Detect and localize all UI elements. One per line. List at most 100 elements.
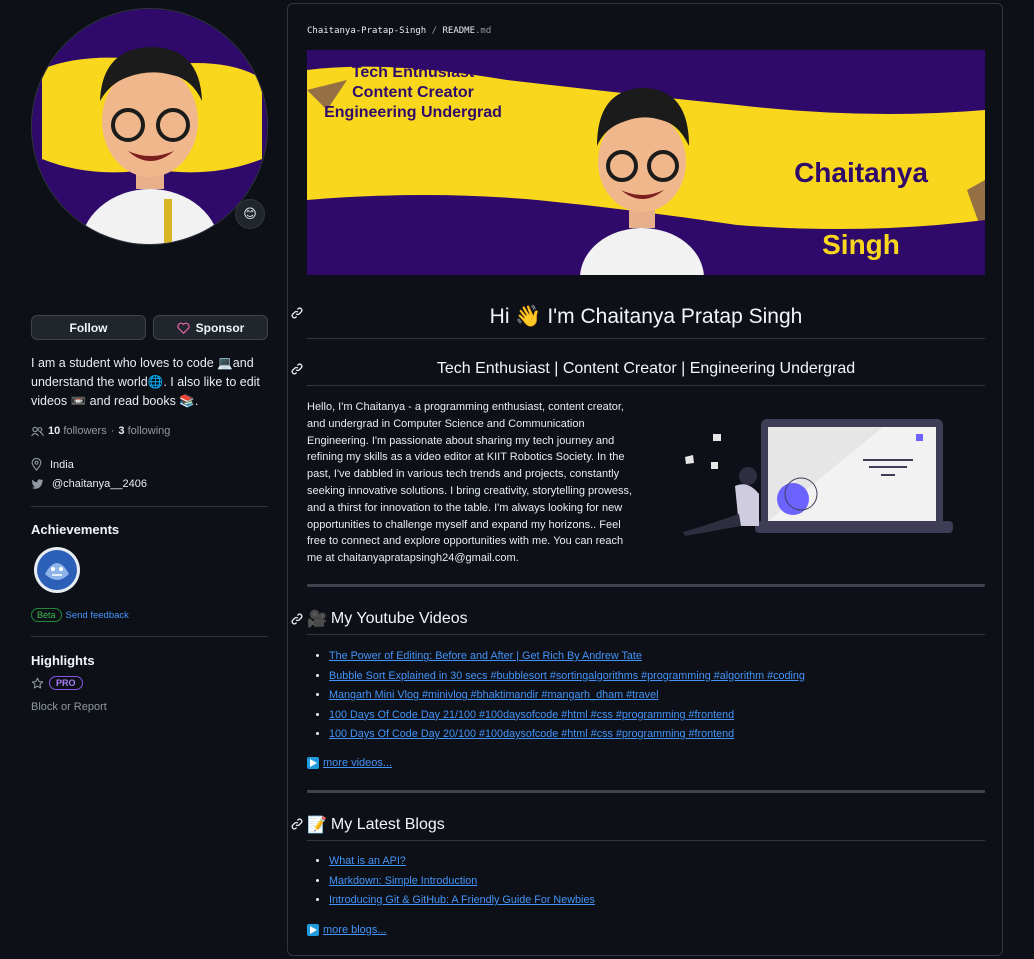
videotape-emoji: 📼 <box>70 394 87 408</box>
intro-paragraph: Hello, I'm Chaitanya - a programming ent… <box>307 401 633 565</box>
video-link[interactable]: Bubble Sort Explained in 30 secs #bubble… <box>329 670 805 682</box>
repo-link[interactable]: Chaitanya-Pratap-Singh <box>307 26 426 36</box>
list-item: Markdown: Simple Introduction <box>329 872 595 892</box>
location-pin-icon <box>31 458 42 471</box>
section-divider <box>307 584 985 587</box>
avatar-container: 😊 <box>31 8 268 245</box>
globe-emoji: 🌐 <box>147 375 164 389</box>
pro-highlight: PRO <box>31 676 83 690</box>
youtube-video-list: The Power of Editing: Before and After |… <box>307 647 805 745</box>
banner-name-1: Chaitanya <box>794 157 928 188</box>
separator: · <box>110 425 115 437</box>
beta-badge: Beta <box>31 608 62 622</box>
smile-icon: 😊 <box>243 206 257 221</box>
breadcrumb-separator: / <box>431 26 438 36</box>
file-name: README <box>442 26 475 36</box>
twitter-handle-link[interactable]: @chaitanya__2406 <box>52 478 147 490</box>
sponsor-button[interactable]: Sponsor <box>153 315 268 340</box>
followers-label: followers <box>63 425 107 437</box>
more-videos-link[interactable]: more videos... <box>323 757 392 769</box>
play-icon <box>307 757 319 769</box>
laptop-illustration <box>683 419 953 536</box>
books-emoji: 📚 <box>179 394 195 408</box>
blogs-heading: 📝 My Latest Blogs <box>307 815 445 835</box>
status-emoji-button[interactable]: 😊 <box>235 199 265 229</box>
follow-stats: 10 followers · 3 following <box>31 425 170 437</box>
avatar[interactable] <box>31 8 268 245</box>
heading-underline <box>307 385 985 386</box>
readme-panel: Chaitanya-Pratap-Singh / README.md Tech … <box>287 3 1003 956</box>
video-link[interactable]: Mangarh Mini Vlog #minivlog #bhaktimandi… <box>329 689 658 701</box>
divider <box>31 506 268 507</box>
video-link[interactable]: 100 Days Of Code Day 21/100 #100daysofco… <box>329 709 734 721</box>
more-videos-row: more videos... <box>307 757 392 769</box>
banner-tagline-3: Engineering Undergrad <box>324 104 502 121</box>
more-blogs-row: more blogs... <box>307 924 387 936</box>
banner-tagline-2: Content Creator <box>352 84 474 101</box>
following-link[interactable]: 3 following <box>118 425 170 437</box>
profile-banner: Tech Enthusiast Content Creator Engineer… <box>307 50 985 275</box>
following-count: 3 <box>118 425 125 437</box>
heading-underline <box>307 338 985 339</box>
link-icon[interactable] <box>290 306 304 320</box>
video-link[interactable]: The Power of Editing: Before and After |… <box>329 650 642 662</box>
following-label: following <box>127 425 171 437</box>
bio-text: I am a student who loves to code <box>31 356 218 370</box>
people-icon <box>31 426 44 436</box>
banner-tagline-1: Tech Enthusiast <box>352 64 475 81</box>
laptop-emoji: 💻 <box>217 356 233 370</box>
location-text: India <box>50 458 74 471</box>
blog-post-list: What is an API? Markdown: Simple Introdu… <box>307 852 595 911</box>
follow-button[interactable]: Follow <box>31 315 146 340</box>
file-extension: .md <box>475 26 492 36</box>
greeting-name: I'm Chaitanya Pratap Singh <box>541 305 803 328</box>
heading-underline <box>307 634 985 635</box>
more-blogs-link[interactable]: more blogs... <box>323 924 387 936</box>
follow-label: Follow <box>69 320 108 335</box>
list-item: 100 Days Of Code Day 21/100 #100daysofco… <box>329 706 805 726</box>
greeting-heading: Hi 👋 I'm Chaitanya Pratap Singh <box>307 305 985 329</box>
profile-bio: I am a student who loves to code 💻and un… <box>31 354 268 411</box>
achievements-heading: Achievements <box>31 522 120 537</box>
block-report-link[interactable]: Block or Report <box>31 701 107 713</box>
location-row: India <box>31 458 74 471</box>
profile-actions: Follow Sponsor <box>31 315 268 340</box>
memo-emoji: 📝 <box>307 817 327 834</box>
greeting-hi: Hi <box>489 305 516 328</box>
sponsor-label: Sponsor <box>195 320 245 335</box>
banner-name-2: Pratap <box>817 193 904 224</box>
list-item: Mangarh Mini Vlog #minivlog #bhaktimandi… <box>329 686 805 706</box>
section-divider <box>307 790 985 793</box>
bio-text: and read books <box>86 394 180 408</box>
send-feedback-link[interactable]: Send feedback <box>66 610 129 621</box>
breadcrumb: Chaitanya-Pratap-Singh / README.md <box>307 26 491 36</box>
link-icon[interactable] <box>290 362 304 376</box>
beta-feedback: Beta Send feedback <box>31 608 129 622</box>
twitter-row: @chaitanya__2406 <box>31 478 147 490</box>
subtitle-heading: Tech Enthusiast | Content Creator | Engi… <box>436 360 856 377</box>
heading-underline <box>307 840 985 841</box>
achievement-badge[interactable] <box>33 546 81 594</box>
youtube-heading: 🎥 My Youtube Videos <box>307 609 468 629</box>
divider <box>31 636 268 637</box>
highlights-heading: Highlights <box>31 653 95 668</box>
star-icon <box>31 677 44 688</box>
blog-link[interactable]: What is an API? <box>329 855 406 867</box>
bio-text: . <box>194 394 199 408</box>
wave-emoji: 👋 <box>515 305 542 328</box>
link-icon[interactable] <box>290 612 304 626</box>
twitter-icon <box>31 478 44 489</box>
list-item: The Power of Editing: Before and After |… <box>329 647 805 667</box>
pro-badge: PRO <box>49 676 83 690</box>
blogs-title: My Latest Blogs <box>330 816 445 833</box>
list-item: Introducing Git & GitHub: A Friendly Gui… <box>329 891 595 911</box>
video-link[interactable]: 100 Days Of Code Day 20/100 #100daysofco… <box>329 728 734 740</box>
followers-count: 10 <box>48 425 61 437</box>
followers-link[interactable]: 10 followers <box>48 425 107 437</box>
banner-name-3: Singh <box>822 229 900 260</box>
link-icon[interactable] <box>290 817 304 831</box>
blog-link[interactable]: Introducing Git & GitHub: A Friendly Gui… <box>329 894 595 906</box>
list-item: Bubble Sort Explained in 30 secs #bubble… <box>329 667 805 687</box>
blog-link[interactable]: Markdown: Simple Introduction <box>329 875 477 887</box>
list-item: 100 Days Of Code Day 20/100 #100daysofco… <box>329 725 805 745</box>
